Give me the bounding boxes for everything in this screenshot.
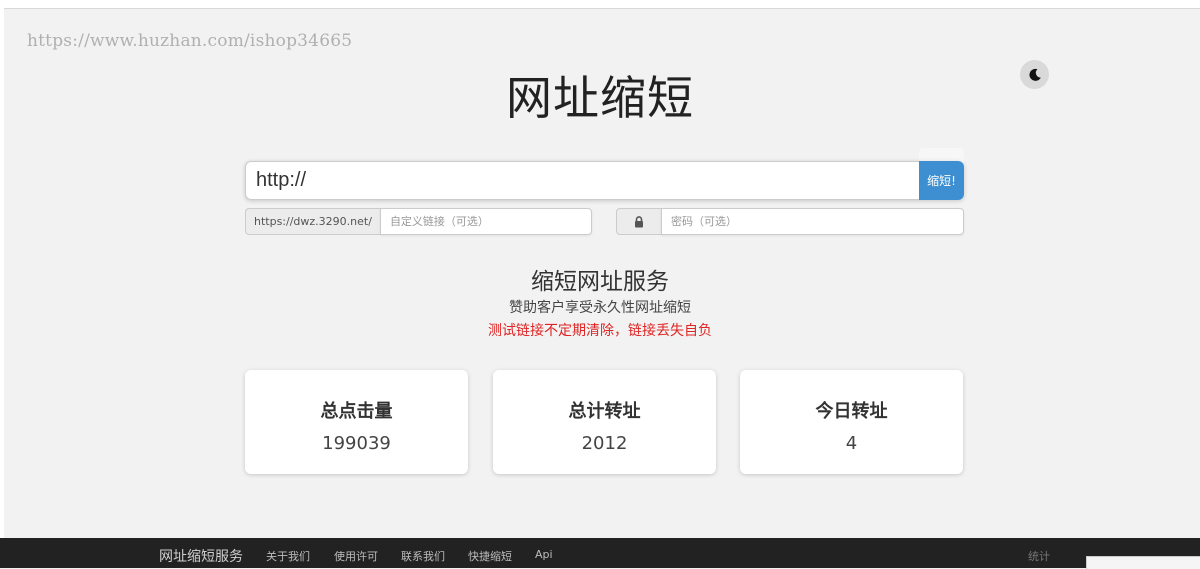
domain-prefix: https://dwz.3290.net/ xyxy=(245,208,380,235)
footer: 网址缩短服务 关于我们 使用许可 联系我们 快捷缩短 Api 统计 xyxy=(0,538,1200,568)
shorten-button[interactable]: 缩短! xyxy=(919,161,964,200)
password-addon xyxy=(616,208,661,235)
shorten-form: 缩短! xyxy=(245,161,964,200)
stat-value: 2012 xyxy=(581,433,628,454)
stat-card-today-redirects: 今日转址 4 xyxy=(740,370,963,474)
footer-brand-link[interactable]: 网址缩短服务 xyxy=(159,546,243,566)
stat-label: 今日转址 xyxy=(815,401,888,422)
stat-value: 4 xyxy=(845,433,858,454)
footer-link-about[interactable]: 关于我们 xyxy=(266,548,310,564)
url-input[interactable] xyxy=(245,161,919,200)
footer-stats-link[interactable]: 统计 xyxy=(1028,548,1050,564)
watermark: https://www.huzhan.com/ishop34665 xyxy=(27,31,353,51)
page-title: 网址缩短 xyxy=(506,71,694,125)
stat-value: 199039 xyxy=(322,433,391,454)
footer-link-api[interactable]: Api xyxy=(535,548,553,561)
button-highlight xyxy=(919,148,964,162)
footer-link-license[interactable]: 使用许可 xyxy=(334,548,378,564)
service-subtitle: 赞助客户享受永久性网址缩短 xyxy=(509,300,691,316)
password-input[interactable] xyxy=(661,208,964,235)
browser-bookmarks-bar xyxy=(0,0,1200,9)
footer-link-quick-shorten[interactable]: 快捷缩短 xyxy=(468,548,512,564)
stat-label: 总计转址 xyxy=(568,401,641,422)
footer-link-contact[interactable]: 联系我们 xyxy=(401,548,445,564)
custom-link-input[interactable] xyxy=(379,208,592,235)
lock-icon xyxy=(635,215,643,227)
custom-link-group: https://dwz.3290.net/ xyxy=(245,208,592,235)
stat-label: 总点击量 xyxy=(320,401,393,422)
system-tray xyxy=(1086,556,1200,569)
password-group xyxy=(616,208,964,235)
service-warning: 测试链接不定期清除，链接丢失自负 xyxy=(488,323,712,339)
service-title: 缩短网址服务 xyxy=(531,269,669,295)
stat-card-total-clicks: 总点击量 199039 xyxy=(245,370,468,474)
stat-card-total-redirects: 总计转址 2012 xyxy=(493,370,716,474)
